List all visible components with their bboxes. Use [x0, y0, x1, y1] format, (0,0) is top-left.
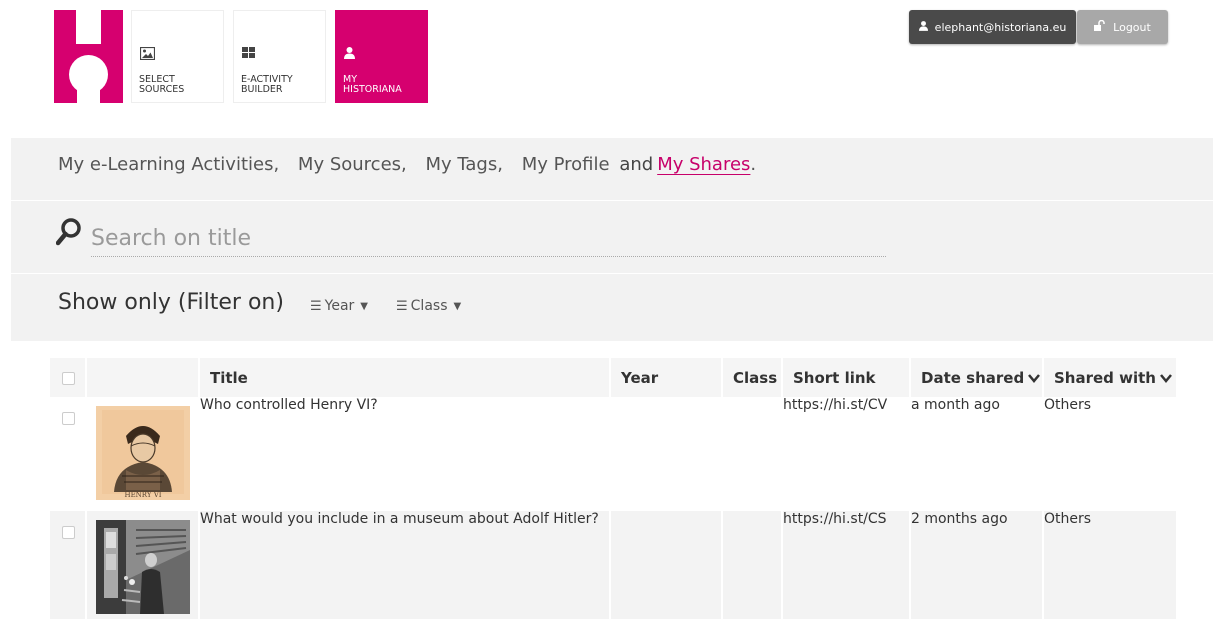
- divider: [11, 200, 1213, 201]
- logo-keyhole-stem: [77, 72, 100, 103]
- thumbnail-header: [85, 358, 198, 397]
- row-short-link[interactable]: https://hi.st/CV: [781, 397, 909, 511]
- title-header[interactable]: Title: [198, 358, 609, 397]
- search-input[interactable]: [91, 220, 886, 257]
- shared-with-header[interactable]: Shared with: [1042, 358, 1176, 397]
- nav-e-activity-builder-label: E-ACTIVITY BUILDER: [241, 74, 293, 95]
- section-links: My e-Learning Activities, My Sources, My…: [58, 154, 756, 175]
- link-my-sources[interactable]: My Sources,: [298, 154, 407, 175]
- link-my-tags[interactable]: My Tags,: [425, 154, 502, 175]
- table-row[interactable]: HENRY VI Who controlled Henry VI? https:…: [50, 397, 1176, 511]
- period-text: .: [750, 154, 757, 175]
- user-email: elephant@historiana.eu: [934, 20, 1067, 34]
- row-short-link[interactable]: https://hi.st/CS: [781, 511, 909, 619]
- short-link-header[interactable]: Short link: [781, 358, 909, 397]
- nav-my-historiana[interactable]: MY HISTORIANA: [335, 10, 428, 103]
- filter-title: Show only (Filter on): [58, 290, 284, 315]
- thumbnail-cell: [85, 511, 198, 619]
- class-header[interactable]: Class: [721, 358, 781, 397]
- row-shared-with: Others: [1042, 397, 1176, 511]
- row-shared-with: Others: [1042, 511, 1176, 619]
- year-filter-dropdown[interactable]: ☰ Year ▼: [310, 298, 368, 314]
- row-checkbox[interactable]: [62, 412, 75, 425]
- row-class: [721, 511, 781, 619]
- museum-thumbnail[interactable]: [96, 520, 190, 614]
- row-title[interactable]: What would you include in a museum about…: [198, 511, 609, 619]
- year-filter-label: Year: [324, 298, 355, 314]
- row-checkbox[interactable]: [62, 526, 75, 539]
- row-select-cell: [50, 397, 85, 511]
- caret-down-icon: ▼: [453, 300, 462, 312]
- row-date-shared: a month ago: [909, 397, 1042, 511]
- divider: [11, 273, 1213, 274]
- logout-label: Logout: [1113, 20, 1151, 34]
- thumbnail-caption: HENRY VI: [124, 491, 161, 499]
- row-class: [721, 397, 781, 511]
- filter-panel: My e-Learning Activities, My Sources, My…: [11, 138, 1213, 341]
- link-my-shares[interactable]: My Shares: [657, 154, 750, 175]
- table-row[interactable]: What would you include in a museum about…: [50, 511, 1176, 619]
- link-my-profile[interactable]: My Profile: [522, 154, 610, 175]
- chevron-down-icon: [1028, 369, 1041, 387]
- caret-down-icon: ▼: [360, 300, 368, 312]
- year-header[interactable]: Year: [609, 358, 721, 397]
- list-icon: ☰: [396, 298, 408, 314]
- grid-icon: [242, 47, 255, 61]
- link-my-elearning-activities[interactable]: My e-Learning Activities,: [58, 154, 279, 175]
- logo-notch: [76, 10, 101, 44]
- henry-vi-thumbnail[interactable]: HENRY VI: [96, 406, 190, 500]
- nav-select-sources[interactable]: SELECT SOURCES: [131, 10, 224, 103]
- and-text: and: [619, 154, 654, 175]
- nav-e-activity-builder[interactable]: E-ACTIVITY BUILDER: [233, 10, 326, 103]
- date-shared-header[interactable]: Date shared: [909, 358, 1042, 397]
- shared-with-header-label: Shared with: [1054, 368, 1156, 387]
- user-icon: [918, 20, 928, 34]
- class-filter-dropdown[interactable]: ☰ Class ▼: [396, 298, 461, 314]
- list-icon: ☰: [310, 298, 322, 314]
- nav-my-historiana-label: MY HISTORIANA: [343, 74, 402, 95]
- row-select-cell: [50, 511, 85, 619]
- row-date-shared: 2 months ago: [909, 511, 1042, 619]
- class-filter-label: Class: [410, 298, 448, 314]
- chevron-down-icon: [1160, 369, 1172, 387]
- user-account-button[interactable]: elephant@historiana.eu: [909, 10, 1076, 44]
- row-year: [609, 511, 721, 619]
- row-title[interactable]: Who controlled Henry VI?: [198, 397, 609, 511]
- user-icon: [344, 47, 355, 62]
- table-header-row: Title Year Class Short link Date shared …: [50, 358, 1176, 397]
- select-all-cell: [50, 358, 85, 397]
- nav-select-sources-label: SELECT SOURCES: [139, 74, 185, 95]
- image-icon: [139, 46, 156, 63]
- historiana-logo[interactable]: [54, 10, 123, 103]
- row-year: [609, 397, 721, 511]
- select-all-checkbox[interactable]: [62, 371, 75, 385]
- date-shared-header-label: Date shared: [921, 368, 1025, 387]
- unlock-icon: [1094, 19, 1106, 34]
- thumbnail-cell: HENRY VI: [85, 397, 198, 511]
- logout-button[interactable]: Logout: [1077, 10, 1168, 44]
- search-icon: [56, 218, 81, 246]
- shares-table: Title Year Class Short link Date shared …: [50, 358, 1176, 619]
